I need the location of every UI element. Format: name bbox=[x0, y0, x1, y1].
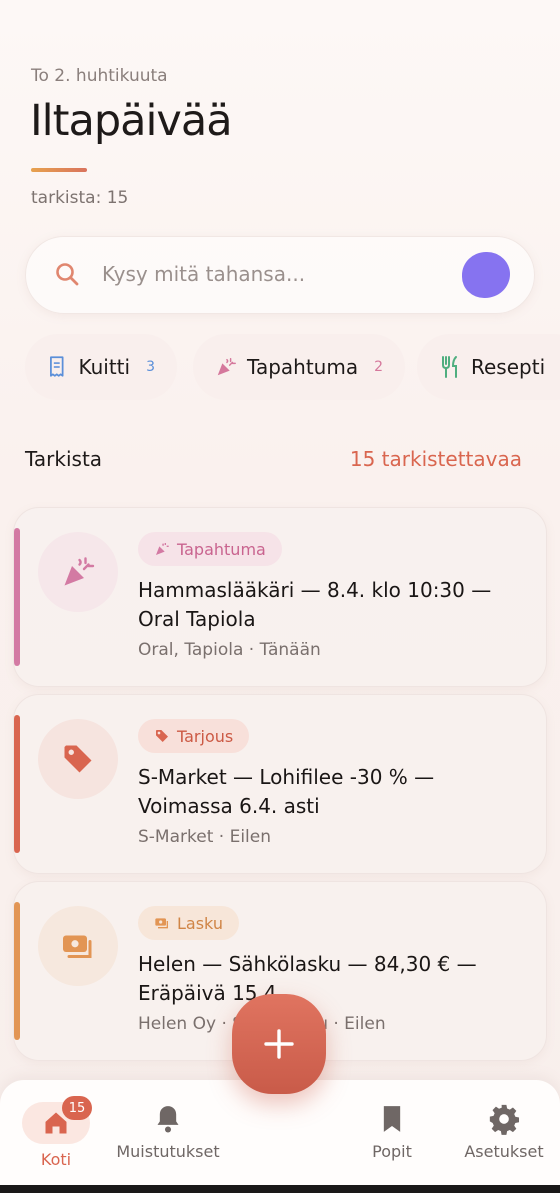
card-tag: Tapahtuma bbox=[138, 532, 282, 566]
nav-label: Koti bbox=[40, 1150, 72, 1169]
chip-kuitti[interactable]: Kuitti 3 bbox=[25, 334, 177, 400]
chip-label: Resepti bbox=[471, 355, 546, 379]
app-screen: To 2. huhtikuuta Iltapäivää tarkista: 15… bbox=[0, 0, 560, 1193]
receipt-icon bbox=[50, 356, 64, 377]
bookmark-icon bbox=[383, 1106, 401, 1132]
card-tag-label: Lasku bbox=[177, 913, 223, 933]
bottom-navigation: 15 Koti Muistutukset Popit Asetukset bbox=[0, 1080, 560, 1185]
card-icon-circle bbox=[38, 906, 118, 986]
nav-label: Muistutukset bbox=[116, 1142, 220, 1161]
chip-count: 3 bbox=[146, 359, 155, 375]
card-tag: Lasku bbox=[138, 906, 239, 940]
category-chips: Kuitti 3 Tapahtuma 2 Resepti bbox=[25, 334, 560, 402]
nav-label: Asetukset bbox=[464, 1142, 544, 1161]
utensils-icon bbox=[442, 356, 457, 378]
search-icon bbox=[56, 263, 79, 286]
party-popper-icon bbox=[217, 358, 236, 376]
nav-item-home[interactable]: 15 Koti bbox=[22, 1096, 92, 1169]
page-title: Iltapäivää bbox=[30, 96, 233, 146]
nav-item-lists[interactable]: Popit bbox=[362, 1102, 422, 1161]
chip-count: 2 bbox=[374, 359, 383, 375]
chip-label: Tapahtuma bbox=[247, 355, 359, 379]
nav-label: Popit bbox=[372, 1142, 412, 1161]
card-title: Helen — Sähkölasku — 84,30 € — Eräpäivä … bbox=[138, 952, 477, 1005]
bill-icon bbox=[155, 918, 168, 929]
notification-badge: 15 bbox=[62, 1096, 92, 1120]
card-icon-circle bbox=[38, 532, 118, 612]
chip-resepti[interactable]: Resepti bbox=[417, 334, 560, 400]
bell-icon bbox=[157, 1106, 179, 1133]
nav-item-reminders[interactable]: Muistutukset bbox=[113, 1102, 223, 1161]
review-all-link[interactable]: 15 tarkistettavaa bbox=[350, 447, 522, 471]
card-accent-bar bbox=[14, 715, 20, 853]
chip-tapahtuma[interactable]: Tapahtuma 2 bbox=[193, 334, 405, 400]
add-button[interactable] bbox=[232, 994, 326, 1094]
plus-icon bbox=[264, 1029, 294, 1059]
nav-item-settings[interactable]: Asetukset bbox=[458, 1102, 550, 1161]
section-title: Tarkista bbox=[25, 447, 103, 471]
search-bar[interactable] bbox=[25, 236, 535, 314]
review-count-label: tarkista: 15 bbox=[31, 188, 129, 208]
party-popper-icon bbox=[64, 557, 95, 586]
date-label: To 2. huhtikuuta bbox=[31, 66, 168, 86]
price-tag-icon bbox=[64, 745, 92, 773]
card-accent-bar bbox=[14, 528, 20, 666]
review-card[interactable]: Tarjous S-Market — Lohifilee -30 % — Voi… bbox=[13, 694, 547, 874]
card-meta: S-Market · Eilen bbox=[138, 827, 271, 847]
card-tag-label: Tapahtuma bbox=[177, 539, 266, 559]
card-tag-label: Tarjous bbox=[177, 726, 234, 746]
gear-icon bbox=[489, 1104, 520, 1135]
chip-label: Kuitti bbox=[78, 355, 131, 379]
system-bar bbox=[0, 1185, 560, 1193]
title-accent-line bbox=[31, 168, 87, 172]
review-card[interactable]: Tapahtuma Hammaslääkäri — 8.4. klo 10:30… bbox=[13, 507, 547, 687]
card-title: Hammaslääkäri — 8.4. klo 10:30 — Oral Ta… bbox=[138, 578, 492, 631]
nav-home-highlight: 15 bbox=[22, 1096, 92, 1144]
card-meta: Oral, Tapiola · Tänään bbox=[138, 640, 321, 660]
card-icon-circle bbox=[38, 719, 118, 799]
party-popper-icon bbox=[156, 543, 169, 555]
card-tag: Tarjous bbox=[138, 719, 250, 753]
card-title: S-Market — Lohifilee -30 % — Voimassa 6.… bbox=[138, 765, 435, 818]
price-tag-icon bbox=[156, 730, 168, 742]
voice-assistant-button[interactable] bbox=[462, 252, 510, 298]
card-accent-bar bbox=[14, 902, 20, 1040]
bill-icon bbox=[63, 935, 92, 958]
search-input[interactable] bbox=[102, 262, 462, 286]
